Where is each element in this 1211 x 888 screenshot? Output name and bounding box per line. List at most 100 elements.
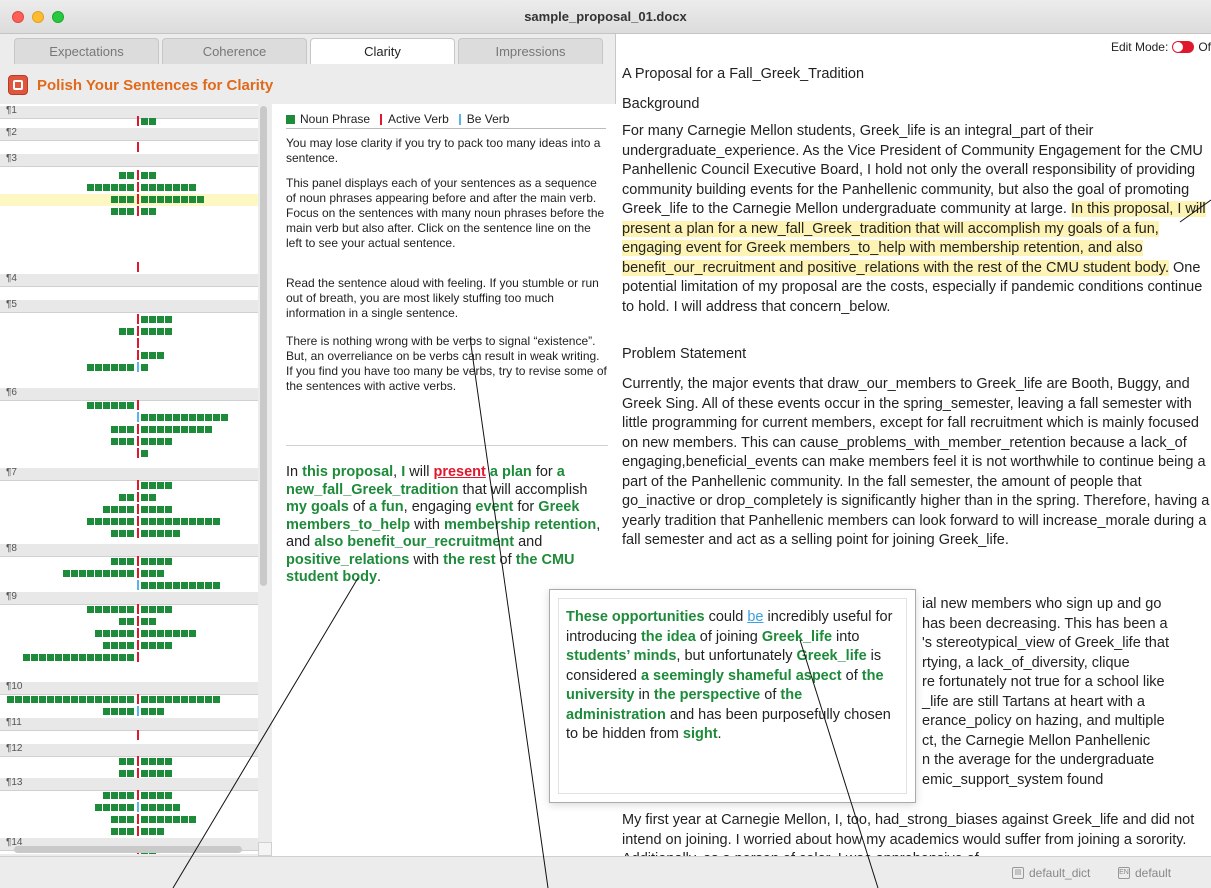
sentence-line[interactable] (0, 362, 258, 374)
sentence-line[interactable] (0, 640, 258, 652)
sentence-text: of (760, 687, 781, 703)
sentence-text: , but unfortunately (676, 648, 797, 664)
noun-phrase-block (149, 530, 156, 537)
noun-phrase-block (119, 642, 126, 649)
info-paragraph-4: There is nothing wrong with be verbs to … (286, 334, 607, 393)
noun-phrase-block (119, 630, 126, 637)
sentence-line[interactable] (0, 314, 258, 326)
sentence-line[interactable] (0, 580, 258, 592)
sentence-line[interactable] (0, 604, 258, 616)
vertical-scrollbar[interactable] (260, 106, 267, 586)
noun-phrase-block (165, 696, 172, 703)
sentence-line[interactable] (0, 116, 258, 128)
sentence-line[interactable] (0, 142, 258, 154)
sentence-line[interactable] (0, 652, 258, 664)
noun-phrase-block (111, 630, 118, 637)
background-paragraph[interactable]: For many Carnegie Mellon students, Greek… (622, 122, 1210, 317)
active-verb-marker (137, 814, 139, 824)
noun-phrase: sight (682, 726, 718, 742)
noun-phrase-block (127, 792, 134, 799)
noun-phrase-block (31, 654, 38, 661)
sentence-line[interactable] (0, 694, 258, 706)
tab-bar: Expectations Coherence Clarity Impressio… (14, 38, 606, 64)
noun-phrase-block (189, 696, 196, 703)
noun-phrase: the rest (443, 551, 496, 568)
tab-coherence[interactable]: Coherence (162, 38, 307, 64)
paragraph-row: ¶5 (0, 299, 258, 312)
edit-mode-toggle[interactable] (1172, 41, 1195, 53)
sentence-line[interactable] (0, 492, 258, 504)
noun-phrase-block (141, 184, 148, 191)
noun-phrase-block (205, 582, 212, 589)
noun-phrase-block (119, 172, 126, 179)
tab-clarity[interactable]: Clarity (310, 38, 455, 64)
noun-phrase-block (149, 816, 156, 823)
active-verb-marker (137, 424, 139, 434)
sentence-line[interactable] (0, 424, 258, 436)
noun-phrase-block (213, 518, 220, 525)
noun-phrase: also benefit_our_recruitment (314, 534, 515, 550)
noun-phrase-block (141, 696, 148, 703)
sentence-line[interactable] (0, 528, 258, 540)
noun-phrase-block (205, 414, 212, 421)
be-verb-marker (137, 362, 139, 372)
noun-phrase-block (141, 570, 148, 577)
sentence-line[interactable] (0, 628, 258, 640)
noun-phrase-block (165, 426, 172, 433)
sentence-line[interactable] (0, 756, 258, 768)
sentence-visualization[interactable]: ¶1¶2¶3¶4¶5¶6¶7¶8¶9¶10¶11¶12¶13¶14¶15 (0, 104, 258, 854)
noun-phrase-block (149, 118, 156, 125)
sentence-line[interactable] (0, 170, 258, 182)
sentence-text: for (513, 499, 539, 515)
sentence-line[interactable] (0, 262, 258, 274)
sentence-line[interactable] (0, 206, 258, 218)
sentence-line[interactable] (0, 480, 258, 492)
sentence-line[interactable] (0, 326, 258, 338)
sentence-line[interactable] (0, 516, 258, 528)
noun-phrase-block (181, 696, 188, 703)
sentence-line[interactable] (0, 350, 258, 362)
noun-phrase-block (141, 816, 148, 823)
sentence-line[interactable] (0, 616, 258, 628)
paragraph-row: ¶6 (0, 387, 258, 400)
sentence-line[interactable] (0, 790, 258, 802)
tab-expectations[interactable]: Expectations (14, 38, 159, 64)
noun-phrase-block (141, 708, 148, 715)
noun-phrase-block (149, 316, 156, 323)
sentence-line[interactable] (0, 182, 258, 194)
last-paragraph[interactable]: My first year at Carnegie Mellon, I, too… (622, 811, 1210, 856)
sentence-line[interactable] (0, 194, 258, 206)
noun-phrase-block (119, 696, 126, 703)
noun-phrase-block (55, 654, 62, 661)
sentence-line[interactable] (0, 568, 258, 580)
noun-phrase-block (141, 328, 148, 335)
sentence-line[interactable] (0, 768, 258, 780)
sentence-line[interactable] (0, 504, 258, 516)
problem-paragraph[interactable]: Currently, the major events that draw_ou… (622, 375, 1210, 551)
dictionary-status[interactable]: ▤ default_dict (1012, 866, 1090, 880)
sentence-line[interactable] (0, 730, 258, 742)
noun-phrase-block (149, 696, 156, 703)
sentence-line[interactable] (0, 826, 258, 838)
sentence-line[interactable] (0, 448, 258, 460)
language-status[interactable]: EN default (1118, 866, 1171, 880)
noun-phrase-block (103, 570, 110, 577)
noun-phrase-block (111, 708, 118, 715)
tab-impressions[interactable]: Impressions (458, 38, 603, 64)
sentence-line[interactable] (0, 556, 258, 568)
sentence-line[interactable] (0, 436, 258, 448)
sentence-line[interactable] (0, 706, 258, 718)
noun-phrase-block (173, 582, 180, 589)
sentence-text: of (495, 551, 516, 568)
noun-phrase-block (63, 696, 70, 703)
noun-phrase-block (157, 804, 164, 811)
sentence-line[interactable] (0, 400, 258, 412)
noun-phrase-block (95, 696, 102, 703)
noun-phrase-block (111, 426, 118, 433)
sentence-line[interactable] (0, 814, 258, 826)
sentence-line[interactable] (0, 412, 258, 424)
sentence-line[interactable] (0, 338, 258, 350)
sentence-line[interactable] (0, 802, 258, 814)
noun-phrase-block (141, 530, 148, 537)
horizontal-scrollbar[interactable] (14, 846, 242, 853)
